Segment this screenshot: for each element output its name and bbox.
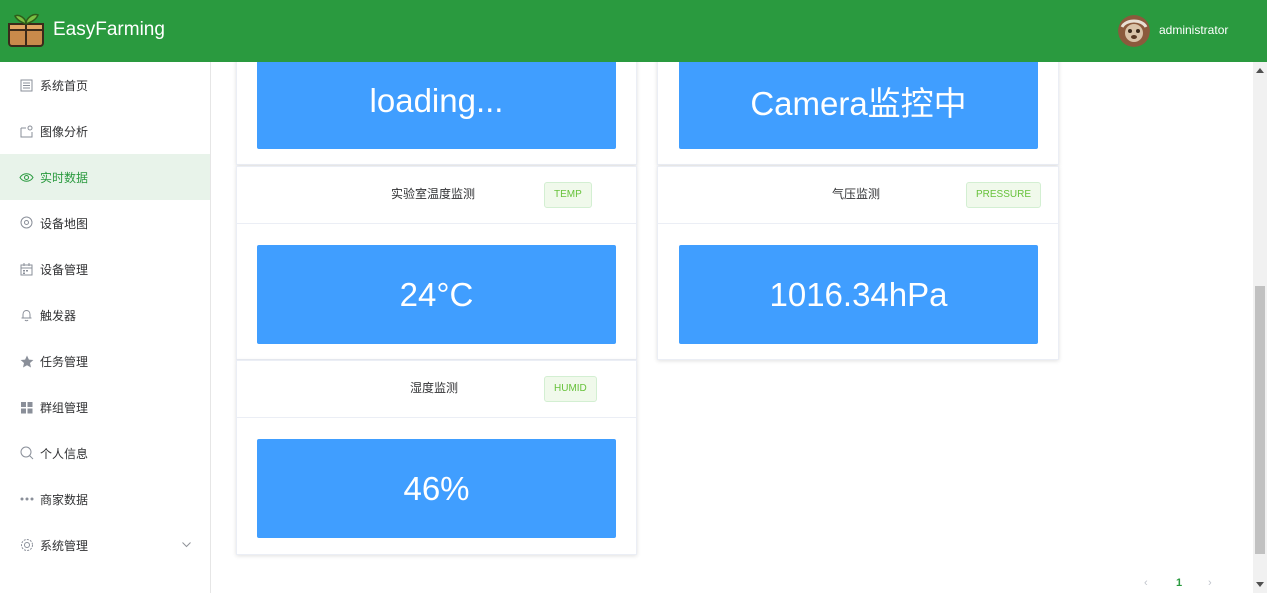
card-header: 实验室温度监测 TEMP [237,167,636,224]
sidebar-item-label: 任务管理 [40,354,89,369]
sidebar: 系统首页 图像分析 实时数据 设备地图 设备管理 触发器 任务管理 群组管理 个… [0,62,211,593]
chevron-down-icon [182,540,191,551]
sidebar-item-home[interactable]: 系统首页 [0,62,210,108]
card-header: 湿度监测 HUMID [237,361,636,418]
user-avatar[interactable] [1118,15,1150,47]
card-camera: Camera监控中 [657,62,1059,165]
card-header: 气压监测 PRESSURE [658,167,1058,224]
sidebar-item-image-analysis[interactable]: 图像分析 [0,108,210,154]
pagination-page-1[interactable]: 1 [1176,577,1182,589]
sidebar-item-group-management[interactable]: 群组管理 [0,384,210,430]
bell-icon [19,308,34,323]
status-badge: PRESSURE [966,182,1042,208]
sidebar-item-label: 图像分析 [40,124,89,139]
sidebar-item-label: 触发器 [40,308,77,323]
star-icon [19,354,34,369]
sidebar-item-label: 系统首页 [40,78,89,93]
document-icon [19,78,34,93]
card-temperature: 实验室温度监测 TEMP 24°C [236,166,637,360]
more-icon [19,492,34,507]
image-icon [19,124,34,139]
sidebar-item-realtime-data[interactable]: 实时数据 [0,154,210,200]
grid-icon [19,400,34,415]
sidebar-item-profile[interactable]: 个人信息 [0,430,210,476]
sidebar-item-label: 群组管理 [40,400,89,415]
sidebar-item-merchant-data[interactable]: 商家数据 [0,476,210,522]
location-icon [19,216,34,231]
camera-panel: Camera监控中 [679,62,1038,149]
sidebar-item-label: 个人信息 [40,446,89,461]
status-badge: TEMP [544,182,592,208]
card-humidity: 湿度监测 HUMID 46% [236,360,637,555]
search-icon [19,446,34,461]
card-title: 湿度监测 [410,381,459,395]
scroll-up-arrow[interactable] [1256,68,1264,73]
logo-icon [8,13,44,47]
card-title: 气压监测 [832,187,881,201]
pagination-next[interactable]: › [1208,577,1212,589]
top-bar: EasyFarming administrator [0,0,1267,62]
sidebar-item-device-management[interactable]: 设备管理 [0,246,210,292]
sidebar-item-label: 设备地图 [40,216,89,231]
scrollbar[interactable] [1253,62,1267,593]
sidebar-item-label: 实时数据 [40,170,89,185]
calendar-icon [19,262,34,277]
gear-icon [19,538,34,553]
scroll-down-arrow[interactable] [1256,582,1264,587]
card-pressure: 气压监测 PRESSURE 1016.34hPa [657,166,1059,360]
sidebar-item-device-map[interactable]: 设备地图 [0,200,210,246]
sidebar-item-system-management[interactable]: 系统管理 [0,522,210,568]
card-title: 实验室温度监测 [391,187,476,201]
sidebar-item-label: 系统管理 [40,538,89,553]
pagination-prev[interactable]: ‹ [1144,577,1148,589]
sidebar-item-triggers[interactable]: 触发器 [0,292,210,338]
main-content: loading... Camera监控中 实验室温度监测 TEMP 24°C 气… [211,62,1253,593]
humidity-value: 46% [257,439,616,538]
scroll-thumb[interactable] [1255,286,1265,554]
pressure-value: 1016.34hPa [679,245,1038,344]
sidebar-item-task-management[interactable]: 任务管理 [0,338,210,384]
app-title[interactable]: EasyFarming [53,19,165,41]
sidebar-item-label: 设备管理 [40,262,89,277]
card-loading: loading... [236,62,637,165]
eye-icon [19,170,34,185]
username[interactable]: administrator [1159,23,1228,37]
status-badge: HUMID [544,376,597,402]
loading-panel: loading... [257,62,616,149]
sidebar-item-label: 商家数据 [40,492,89,507]
temperature-value: 24°C [257,245,616,344]
